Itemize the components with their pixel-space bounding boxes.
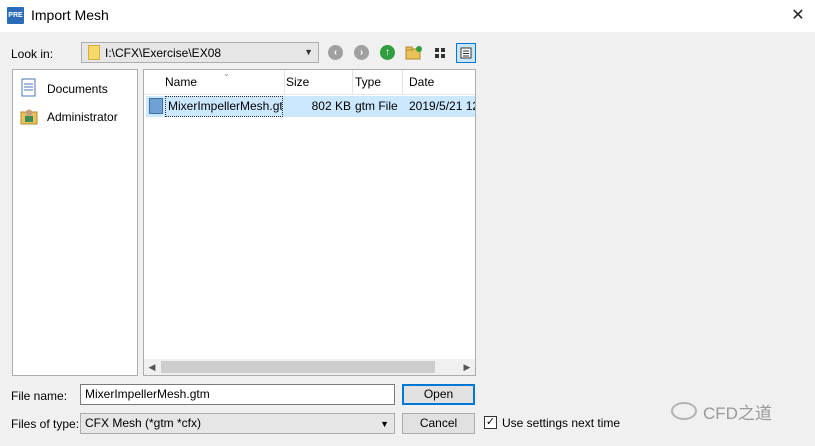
file-type-value: CFX Mesh (*gtm *cfx) — [85, 416, 202, 430]
watermark: CFD之道 — [671, 399, 772, 424]
back-button[interactable]: ‹ — [326, 43, 346, 63]
file-list[interactable]: Name ⌄ Size Type Date Modified MixerImpe… — [143, 69, 476, 376]
look-in-label: Look in: — [11, 47, 54, 61]
back-arrow-icon: ‹ — [328, 45, 343, 60]
file-size-cell: 802 KB — [311, 99, 351, 113]
documents-icon — [21, 78, 36, 97]
dropdown-arrow-icon[interactable]: ▼ — [380, 415, 389, 434]
close-button[interactable]: ✕ — [787, 5, 809, 27]
sort-caret-icon: ⌄ — [223, 69, 230, 78]
detail-view-icon — [460, 47, 472, 59]
dropdown-arrow-icon[interactable]: ▼ — [304, 47, 313, 57]
file-name-input[interactable]: MixerImpellerMesh.gtm — [80, 384, 395, 405]
file-type-label: Files of type: — [11, 417, 80, 431]
file-type-combobox[interactable]: CFX Mesh (*gtm *cfx) ▼ — [80, 413, 395, 434]
file-name-cell: MixerImpellerMesh.gtm — [165, 96, 283, 117]
forward-arrow-icon: › — [354, 45, 369, 60]
places-sidebar: Documents Administrator — [12, 69, 138, 376]
wechat-logo-icon — [671, 402, 697, 420]
file-name-label: File name: — [11, 389, 68, 403]
file-row-selected[interactable]: MixerImpellerMesh.gtm 802 KB gtm File 20… — [146, 96, 475, 117]
user-folder-icon — [20, 109, 38, 125]
horizontal-scrollbar[interactable]: ◀ ▶ — [144, 359, 475, 375]
detail-view-button[interactable] — [456, 43, 476, 63]
column-header-type[interactable]: Type — [349, 70, 403, 94]
watermark-text: CFD之道 — [703, 404, 772, 423]
file-type-cell: gtm File — [355, 99, 398, 113]
sidebar-item-documents[interactable]: Documents — [20, 78, 132, 104]
sidebar-item-label: Documents — [47, 82, 108, 96]
look-in-path: I:\CFX\Exercise\EX08 — [105, 46, 222, 60]
up-button[interactable]: ↑ — [378, 43, 398, 63]
use-settings-label: Use settings next time — [502, 416, 621, 430]
title-bar: PRE Import Mesh ✕ — [0, 0, 815, 32]
list-view-button[interactable] — [430, 43, 450, 63]
column-header-size[interactable]: Size — [280, 70, 353, 94]
folder-icon — [88, 45, 100, 60]
new-folder-icon — [405, 46, 422, 60]
window-title: Import Mesh — [31, 7, 109, 23]
file-date-cell: 2019/5/21 12 — [409, 99, 475, 113]
sidebar-item-label: Administrator — [47, 110, 118, 124]
forward-button[interactable]: › — [352, 43, 372, 63]
gtm-file-icon — [149, 98, 163, 114]
look-in-combobox[interactable]: I:\CFX\Exercise\EX08 ▼ — [81, 42, 319, 63]
up-arrow-icon: ↑ — [380, 45, 395, 60]
app-logo-icon: PRE — [7, 7, 24, 24]
use-settings-checkbox[interactable]: ✓ — [484, 416, 497, 429]
scrollbar-thumb[interactable] — [161, 361, 435, 373]
cancel-button[interactable]: Cancel — [402, 413, 475, 434]
open-button[interactable]: Open — [402, 384, 475, 405]
scroll-left-icon[interactable]: ◀ — [144, 359, 160, 375]
column-header-date[interactable]: Date Modified — [403, 70, 475, 113]
new-folder-button[interactable] — [404, 43, 424, 63]
sidebar-item-administrator[interactable]: Administrator — [20, 106, 132, 132]
column-header-name[interactable]: Name ⌄ — [159, 70, 285, 94]
file-list-header: Name ⌄ Size Type Date Modified — [144, 70, 475, 113]
list-view-icon — [435, 48, 445, 58]
scroll-right-icon[interactable]: ▶ — [459, 359, 475, 375]
